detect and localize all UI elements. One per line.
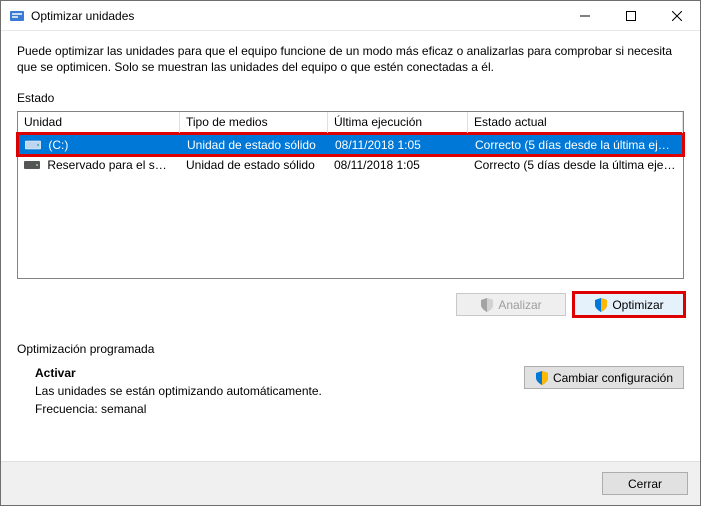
optimize-label: Optimizar — [612, 298, 663, 312]
content-area: Puede optimizar las unidades para que el… — [1, 31, 700, 461]
drive-icon — [24, 159, 40, 171]
window-title: Optimizar unidades — [31, 9, 562, 23]
schedule-on-label: Activar — [35, 366, 524, 380]
cell-state: Correcto (5 días desde la última ejecuci… — [469, 137, 682, 152]
close-dialog-button[interactable]: Cerrar — [602, 472, 688, 495]
cell-state: Correcto (5 días desde la última ejecuci… — [468, 157, 683, 172]
cell-unit: (C:) — [48, 138, 68, 152]
table-header: Unidad Tipo de medios Última ejecución E… — [18, 112, 683, 134]
table-row[interactable]: (C:) Unidad de estado sólido 08/11/2018 … — [19, 135, 682, 154]
drives-table: Unidad Tipo de medios Última ejecución E… — [17, 111, 684, 279]
change-settings-button[interactable]: Cambiar configuración — [524, 366, 684, 389]
col-media[interactable]: Tipo de medios — [180, 112, 328, 133]
schedule-freq-text: Frecuencia: semanal — [35, 402, 524, 416]
schedule-section: Optimización programada Activar Las unid… — [17, 342, 684, 420]
analyze-button[interactable]: Analizar — [456, 293, 566, 316]
close-button[interactable] — [654, 1, 700, 31]
minimize-button[interactable] — [562, 1, 608, 31]
col-unit[interactable]: Unidad — [18, 112, 180, 133]
cell-last: 08/11/2018 1:05 — [329, 137, 469, 152]
shield-icon — [535, 371, 549, 385]
optimize-button[interactable]: Optimizar — [574, 293, 684, 316]
footer: Cerrar — [1, 461, 700, 505]
table-row[interactable]: Reservado para el s… Unidad de estado só… — [18, 155, 683, 174]
action-buttons: Analizar Optimizar — [17, 293, 684, 316]
cell-last: 08/11/2018 1:05 — [328, 157, 468, 172]
cell-media: Unidad de estado sólido — [180, 157, 328, 172]
cell-unit: Reservado para el s… — [47, 158, 166, 172]
analyze-label: Analizar — [498, 298, 541, 312]
titlebar: Optimizar unidades — [1, 1, 700, 31]
shield-icon — [594, 298, 608, 312]
cell-media: Unidad de estado sólido — [181, 137, 329, 152]
drive-icon — [25, 139, 41, 151]
app-icon — [9, 8, 25, 24]
optimize-drives-window: Optimizar unidades Puede optimizar las u… — [0, 0, 701, 506]
close-label: Cerrar — [628, 477, 662, 491]
col-state[interactable]: Estado actual — [468, 112, 683, 133]
status-label: Estado — [17, 91, 684, 105]
maximize-button[interactable] — [608, 1, 654, 31]
schedule-auto-text: Las unidades se están optimizando automá… — [35, 384, 524, 398]
schedule-heading: Optimización programada — [17, 342, 684, 356]
shield-icon — [480, 298, 494, 312]
description-text: Puede optimizar las unidades para que el… — [17, 43, 684, 75]
col-last[interactable]: Última ejecución — [328, 112, 468, 133]
change-settings-label: Cambiar configuración — [553, 371, 673, 385]
